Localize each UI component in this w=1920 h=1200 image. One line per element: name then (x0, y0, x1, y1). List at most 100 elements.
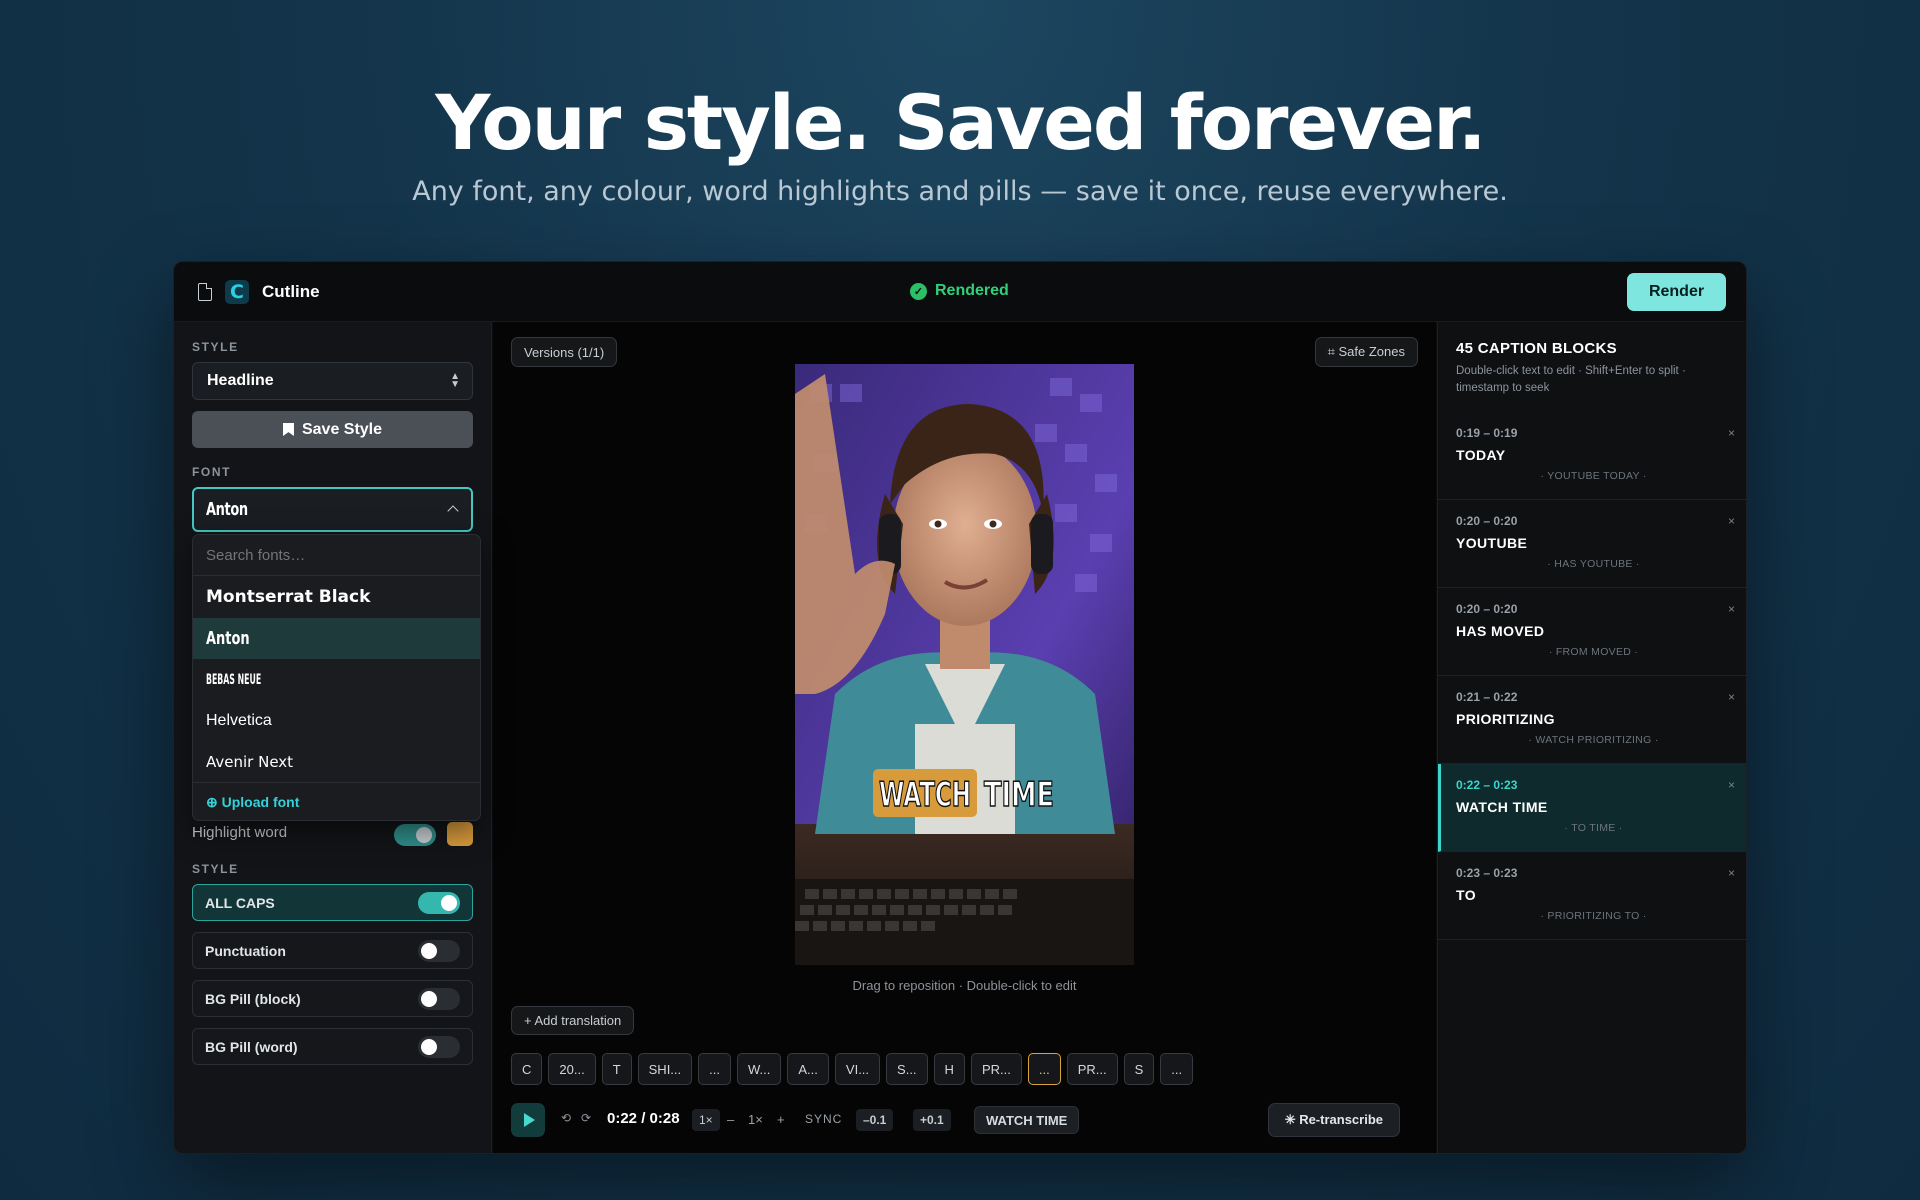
playback-speed-badge[interactable]: 1× (692, 1109, 720, 1131)
font-option-bebas-neue[interactable]: BEBAS NEUE (193, 659, 480, 700)
close-icon[interactable]: × (1728, 602, 1735, 616)
highlight-word-label: Highlight word (192, 824, 288, 841)
caption-block[interactable]: 0:23 – 0:23 TO · PRIORITIZING TO · × (1438, 852, 1746, 940)
style-select[interactable]: Headline ▲ ▼ (192, 362, 473, 400)
font-option-avenir-next[interactable]: Avenir Next (193, 741, 480, 782)
highlight-color-swatch[interactable] (447, 822, 473, 846)
caption-block[interactable]: 0:20 – 0:20 YOUTUBE · HAS YOUTUBE · × (1438, 500, 1746, 588)
caption-chip[interactable]: H (933, 1053, 965, 1085)
caption-blocks-title: 45 CAPTION BLOCKS (1456, 340, 1617, 357)
style-sidebar: STYLE Headline ▲ ▼ Save Style FONT Anton … (174, 322, 492, 1153)
caption-chip[interactable]: T (601, 1053, 632, 1085)
caption-block-text[interactable]: TO (1456, 887, 1731, 903)
punctuation-toggle[interactable] (418, 940, 460, 962)
play-button[interactable] (511, 1103, 545, 1137)
font-select-value: Anton (206, 499, 248, 520)
punctuation-option[interactable]: Punctuation (192, 932, 473, 969)
sync-minus-button[interactable]: –0.1 (856, 1109, 894, 1131)
video-preview[interactable]: WATCH TIME (795, 364, 1134, 965)
close-icon[interactable]: × (1728, 778, 1735, 792)
close-icon[interactable]: × (1728, 690, 1735, 704)
rewind-icon[interactable]: ⟲ (561, 1111, 571, 1125)
font-option-label: Anton (206, 628, 250, 649)
all-caps-option[interactable]: ALL CAPS (192, 884, 473, 921)
app-window: C Cutline ✓ Rendered Render STYLE Headli… (173, 261, 1747, 1154)
bg-pill-word-option[interactable]: BG Pill (word) (192, 1028, 473, 1065)
forward-icon[interactable]: ⟳ (581, 1111, 591, 1125)
style-options-label: STYLE (192, 862, 239, 876)
upload-font-link[interactable]: ⊕ Upload font (193, 782, 480, 820)
speed-increase-button[interactable]: + (777, 1112, 785, 1127)
caption-chip[interactable]: ... (1160, 1053, 1194, 1085)
caption-chip[interactable]: 20... (548, 1053, 596, 1085)
style-section-label: STYLE (192, 340, 239, 354)
caption-block-time[interactable]: 0:20 – 0:20 (1456, 514, 1731, 528)
app-name: Cutline (262, 282, 320, 301)
current-caption-button[interactable]: WATCH TIME (974, 1106, 1080, 1134)
highlight-word-toggle[interactable] (394, 824, 436, 846)
caption-block-context: · HAS YOUTUBE · (1547, 558, 1640, 570)
caption-block-time[interactable]: 0:21 – 0:22 (1456, 690, 1731, 704)
top-bar: C Cutline ✓ Rendered Render (174, 262, 1746, 322)
add-translation-button[interactable]: + Add translation (511, 1006, 635, 1035)
caption-block-time[interactable]: 0:22 – 0:23 (1456, 778, 1731, 792)
font-select[interactable]: Anton (192, 487, 473, 532)
caption-blocks-help: Double-click text to edit · Shift+Enter … (1456, 365, 1686, 394)
bg-pill-block-toggle[interactable] (418, 988, 460, 1010)
caption-chip[interactable]: C (511, 1053, 543, 1085)
caption-block-text[interactable]: PRIORITIZING (1456, 711, 1731, 727)
bg-pill-word-toggle[interactable] (418, 1036, 460, 1058)
font-option-anton[interactable]: Anton (193, 618, 480, 659)
caption-chip[interactable]: PR... (970, 1053, 1022, 1085)
cutline-logo-icon: C (225, 280, 249, 304)
font-search-input[interactable] (193, 535, 480, 576)
caption-block-context: · YOUTUBE TODAY · (1540, 470, 1647, 482)
caption-block-time[interactable]: 0:19 – 0:19 (1456, 426, 1731, 440)
versions-button[interactable]: Versions (1/1) (511, 337, 618, 367)
close-icon[interactable]: × (1728, 426, 1735, 440)
caption-block-text[interactable]: WATCH TIME (1456, 799, 1731, 815)
drag-hint: Drag to reposition · Double-click to edi… (852, 978, 1077, 993)
caption-block[interactable]: 0:20 – 0:20 HAS MOVED · FROM MOVED · × (1438, 588, 1746, 676)
close-icon[interactable]: × (1728, 514, 1735, 528)
caption-chip[interactable]: S (1123, 1053, 1155, 1085)
caption-block[interactable]: 0:19 – 0:19 TODAY · YOUTUBE TODAY · × (1438, 412, 1746, 500)
save-style-button[interactable]: Save Style (192, 411, 473, 448)
caption-chip-strip: C 20... T SHI... ... W... A... VI... S..… (511, 1053, 1194, 1085)
all-caps-toggle[interactable] (418, 892, 460, 914)
caption-chip[interactable]: SHI... (637, 1053, 693, 1085)
caption-block-text[interactable]: HAS MOVED (1456, 623, 1731, 639)
caption-chip-selected[interactable]: ... (1027, 1053, 1061, 1085)
playback-time: 0:22 / 0:28 (607, 1110, 680, 1127)
caption-block-text[interactable]: TODAY (1456, 447, 1731, 463)
caption-block-active[interactable]: 0:22 – 0:23 WATCH TIME · TO TIME · × (1438, 764, 1746, 852)
option-label: Punctuation (205, 942, 286, 959)
caption-block[interactable]: 0:21 – 0:22 PRIORITIZING · WATCH PRIORIT… (1438, 676, 1746, 764)
caption-chip[interactable]: VI... (834, 1053, 881, 1085)
caption-chip[interactable]: A... (787, 1053, 829, 1085)
caption-block-text[interactable]: YOUTUBE (1456, 535, 1731, 551)
caption-word: TIME (984, 775, 1054, 815)
speed-decrease-button[interactable]: – (727, 1112, 734, 1127)
caption-block-context: · FROM MOVED · (1548, 646, 1639, 658)
file-icon[interactable] (198, 283, 212, 301)
caption-chip[interactable]: W... (737, 1053, 782, 1085)
render-status-label: Rendered (935, 282, 1009, 299)
caption-chip[interactable]: PR... (1066, 1053, 1118, 1085)
caption-chip[interactable]: ... (698, 1053, 731, 1085)
font-option-helvetica[interactable]: Helvetica (193, 700, 480, 741)
re-transcribe-button[interactable]: ✳ Re-transcribe (1267, 1103, 1400, 1137)
caption-block-time[interactable]: 0:23 – 0:23 (1456, 866, 1731, 880)
render-status: ✓ Rendered (910, 282, 1009, 300)
transport-bar: ⟲ ⟳ 0:22 / 0:28 1× – 1× + SYNC –0.1 +0.1… (511, 1103, 1418, 1137)
toggle-knob (441, 895, 457, 911)
caption-chip[interactable]: S... (886, 1053, 928, 1085)
safe-zones-button[interactable]: ⌗ Safe Zones (1314, 337, 1418, 367)
caption-block-context: · TO TIME · (1564, 822, 1623, 834)
bg-pill-block-option[interactable]: BG Pill (block) (192, 980, 473, 1017)
render-button[interactable]: Render (1627, 273, 1726, 311)
font-option-montserrat-black[interactable]: Montserrat Black (193, 576, 480, 618)
close-icon[interactable]: × (1728, 866, 1735, 880)
caption-block-time[interactable]: 0:20 – 0:20 (1456, 602, 1731, 616)
sync-plus-button[interactable]: +0.1 (913, 1109, 951, 1131)
